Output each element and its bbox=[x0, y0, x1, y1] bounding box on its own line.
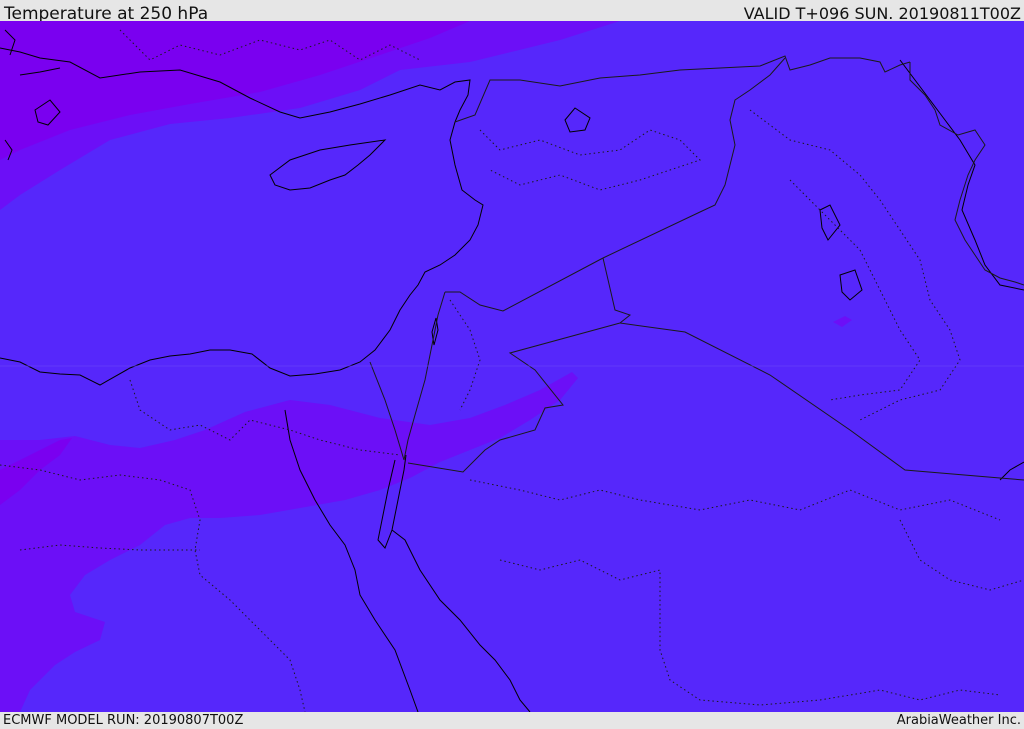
credit-label: ArabiaWeather Inc. bbox=[896, 713, 1021, 728]
model-run-label: ECMWF MODEL RUN: 20190807T00Z bbox=[3, 713, 244, 728]
map-canvas bbox=[0, 21, 1024, 712]
weather-map[interactable] bbox=[0, 21, 1024, 712]
footer-bar: ECMWF MODEL RUN: 20190807T00Z ArabiaWeat… bbox=[0, 712, 1024, 729]
header-bar: Temperature at 250 hPa VALID T+096 SUN. … bbox=[0, 0, 1024, 24]
